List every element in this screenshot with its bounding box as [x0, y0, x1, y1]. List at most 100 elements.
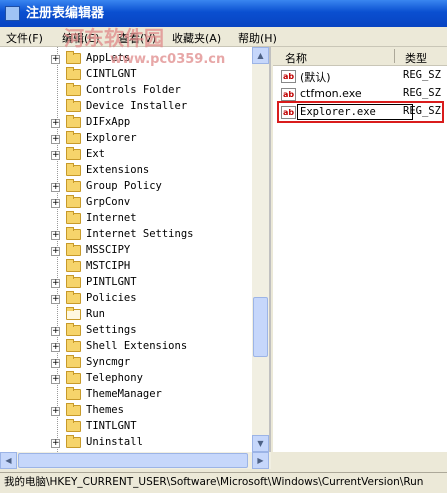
tree-item[interactable]: + Ext [0, 147, 252, 163]
value-name: ctfmon.exe [300, 87, 362, 100]
scroll-down-button[interactable]: ▼ [252, 435, 269, 452]
tree-item-label: TINTLGNT [86, 420, 137, 432]
tree-item[interactable]: Controls Folder [0, 83, 252, 99]
tree-item[interactable]: ThemeManager [0, 387, 252, 403]
expand-plus-icon[interactable]: + [51, 295, 60, 304]
tree-item-label: Shell Extensions [86, 340, 188, 352]
tree-item-label: Internet Settings [86, 228, 194, 240]
expand-plus-icon[interactable]: + [51, 119, 60, 128]
tree-item[interactable]: Extensions [0, 163, 252, 179]
column-divider[interactable] [394, 49, 395, 63]
tree-item[interactable]: Run [0, 307, 252, 323]
scroll-up-button[interactable]: ▲ [252, 47, 269, 64]
folder-icon [66, 179, 81, 192]
folder-icon [66, 243, 81, 256]
tree-item[interactable]: Device Installer [0, 99, 252, 115]
tree-horizontal-scrollbar[interactable]: ◀ ▶ [0, 452, 271, 469]
tree-item-label: Uninstall [86, 436, 143, 448]
tree-item-label: Ext [86, 148, 105, 160]
tree-item[interactable]: CINTLGNT [0, 67, 252, 83]
tree-item[interactable]: TINTLGNT [0, 419, 252, 435]
menu-view[interactable]: 查看(V) [118, 30, 156, 46]
expand-plus-icon[interactable]: + [51, 151, 60, 160]
tree-item-label: Group Policy [86, 180, 162, 192]
folder-icon [66, 419, 81, 432]
tree-item-label: MSSCIPY [86, 244, 131, 256]
tree-item[interactable]: Internet [0, 211, 252, 227]
scroll-left-button[interactable]: ◀ [0, 452, 17, 469]
value-type: REG_SZ [403, 69, 441, 81]
tree-item-label: Extensions [86, 164, 150, 176]
status-bar: 我的电脑\HKEY_CURRENT_USER\Software\Microsof… [0, 472, 447, 493]
tree-item[interactable]: + Shell Extensions [0, 339, 252, 355]
tree-item[interactable]: + Settings [0, 323, 252, 339]
column-header-type[interactable]: 类型 [405, 50, 427, 66]
tree-item-label: ThemeManager [86, 388, 162, 400]
tree-item[interactable]: + Uninstall [0, 435, 252, 451]
folder-icon [66, 51, 81, 64]
tree-item-label: Run [86, 308, 105, 320]
value-type: REG_SZ [403, 87, 441, 99]
tree-item[interactable]: + Internet Settings [0, 227, 252, 243]
tree-item-label: Settings [86, 324, 137, 336]
menu-file[interactable]: 文件(F) [6, 30, 43, 46]
tree-item[interactable]: + Syncmgr [0, 355, 252, 371]
menu-help[interactable]: 帮助(H) [238, 30, 277, 46]
folder-icon [66, 339, 81, 352]
tree-item[interactable]: + Group Policy [0, 179, 252, 195]
tree-item[interactable]: + Telephony [0, 371, 252, 387]
expand-plus-icon[interactable]: + [51, 359, 60, 368]
expand-plus-icon[interactable]: + [51, 231, 60, 240]
expand-plus-icon[interactable]: + [51, 279, 60, 288]
tree-item-label: PINTLGNT [86, 276, 137, 288]
window-title: 注册表编辑器 [26, 6, 105, 21]
tree-item[interactable]: + PINTLGNT [0, 275, 252, 291]
folder-icon [66, 371, 81, 384]
tree-item-label: Controls Folder [86, 84, 181, 96]
folder-icon [66, 99, 81, 112]
expand-plus-icon[interactable]: + [51, 327, 60, 336]
registry-tree[interactable]: + AppLets CINTLGNT Controls Folder Device In… [0, 47, 271, 452]
string-value-icon: ab [281, 88, 296, 101]
expand-plus-icon[interactable]: + [51, 55, 60, 64]
tree-item-label: Device Installer [86, 100, 188, 112]
tree-item-label: MSTCIPH [86, 260, 131, 272]
expand-plus-icon[interactable]: + [51, 375, 60, 384]
tree-item[interactable]: + DIFxApp [0, 115, 252, 131]
column-header-name[interactable]: 名称 [285, 50, 307, 66]
tree-item-label: Policies [86, 292, 137, 304]
tree-item-label: Telephony [86, 372, 143, 384]
scroll-right-button[interactable]: ▶ [252, 452, 269, 469]
folder-icon [66, 227, 81, 240]
menu-edit[interactable]: 编辑(E) [62, 30, 100, 46]
expand-plus-icon[interactable]: + [51, 183, 60, 192]
list-header: 名称 类型 [273, 47, 447, 66]
tree-item[interactable]: + Policies [0, 291, 252, 307]
tree-item[interactable]: + GrpConv [0, 195, 252, 211]
expand-plus-icon[interactable]: + [51, 199, 60, 208]
folder-icon [66, 275, 81, 288]
highlight-box [277, 101, 444, 123]
menu-favorites[interactable]: 收藏夹(A) [172, 30, 221, 46]
expand-plus-icon[interactable]: + [51, 343, 60, 352]
tree-item-label: DIFxApp [86, 116, 131, 128]
tree-item[interactable]: + Themes [0, 403, 252, 419]
expand-plus-icon[interactable]: + [51, 439, 60, 448]
value-row[interactable]: ab (默认) REG_SZ [273, 68, 447, 85]
folder-icon [66, 403, 81, 416]
tree-item[interactable]: + MSSCIPY [0, 243, 252, 259]
tree-item-label: Syncmgr [86, 356, 131, 368]
title-bar: 注册表编辑器 [0, 0, 447, 27]
tree-item[interactable]: + Explorer [0, 131, 252, 147]
h-scroll-thumb[interactable] [18, 453, 248, 468]
expand-plus-icon[interactable]: + [51, 247, 60, 256]
scroll-thumb[interactable] [253, 297, 268, 357]
folder-icon [66, 291, 81, 304]
tree-item-label: Themes [86, 404, 124, 416]
tree-item-label: Explorer [86, 132, 137, 144]
expand-plus-icon[interactable]: + [51, 407, 60, 416]
tree-vertical-scrollbar[interactable]: ▲ ▼ [252, 47, 269, 452]
expand-plus-icon[interactable]: + [51, 135, 60, 144]
tree-item[interactable]: + AppLets [0, 51, 252, 67]
tree-item[interactable]: MSTCIPH [0, 259, 252, 275]
